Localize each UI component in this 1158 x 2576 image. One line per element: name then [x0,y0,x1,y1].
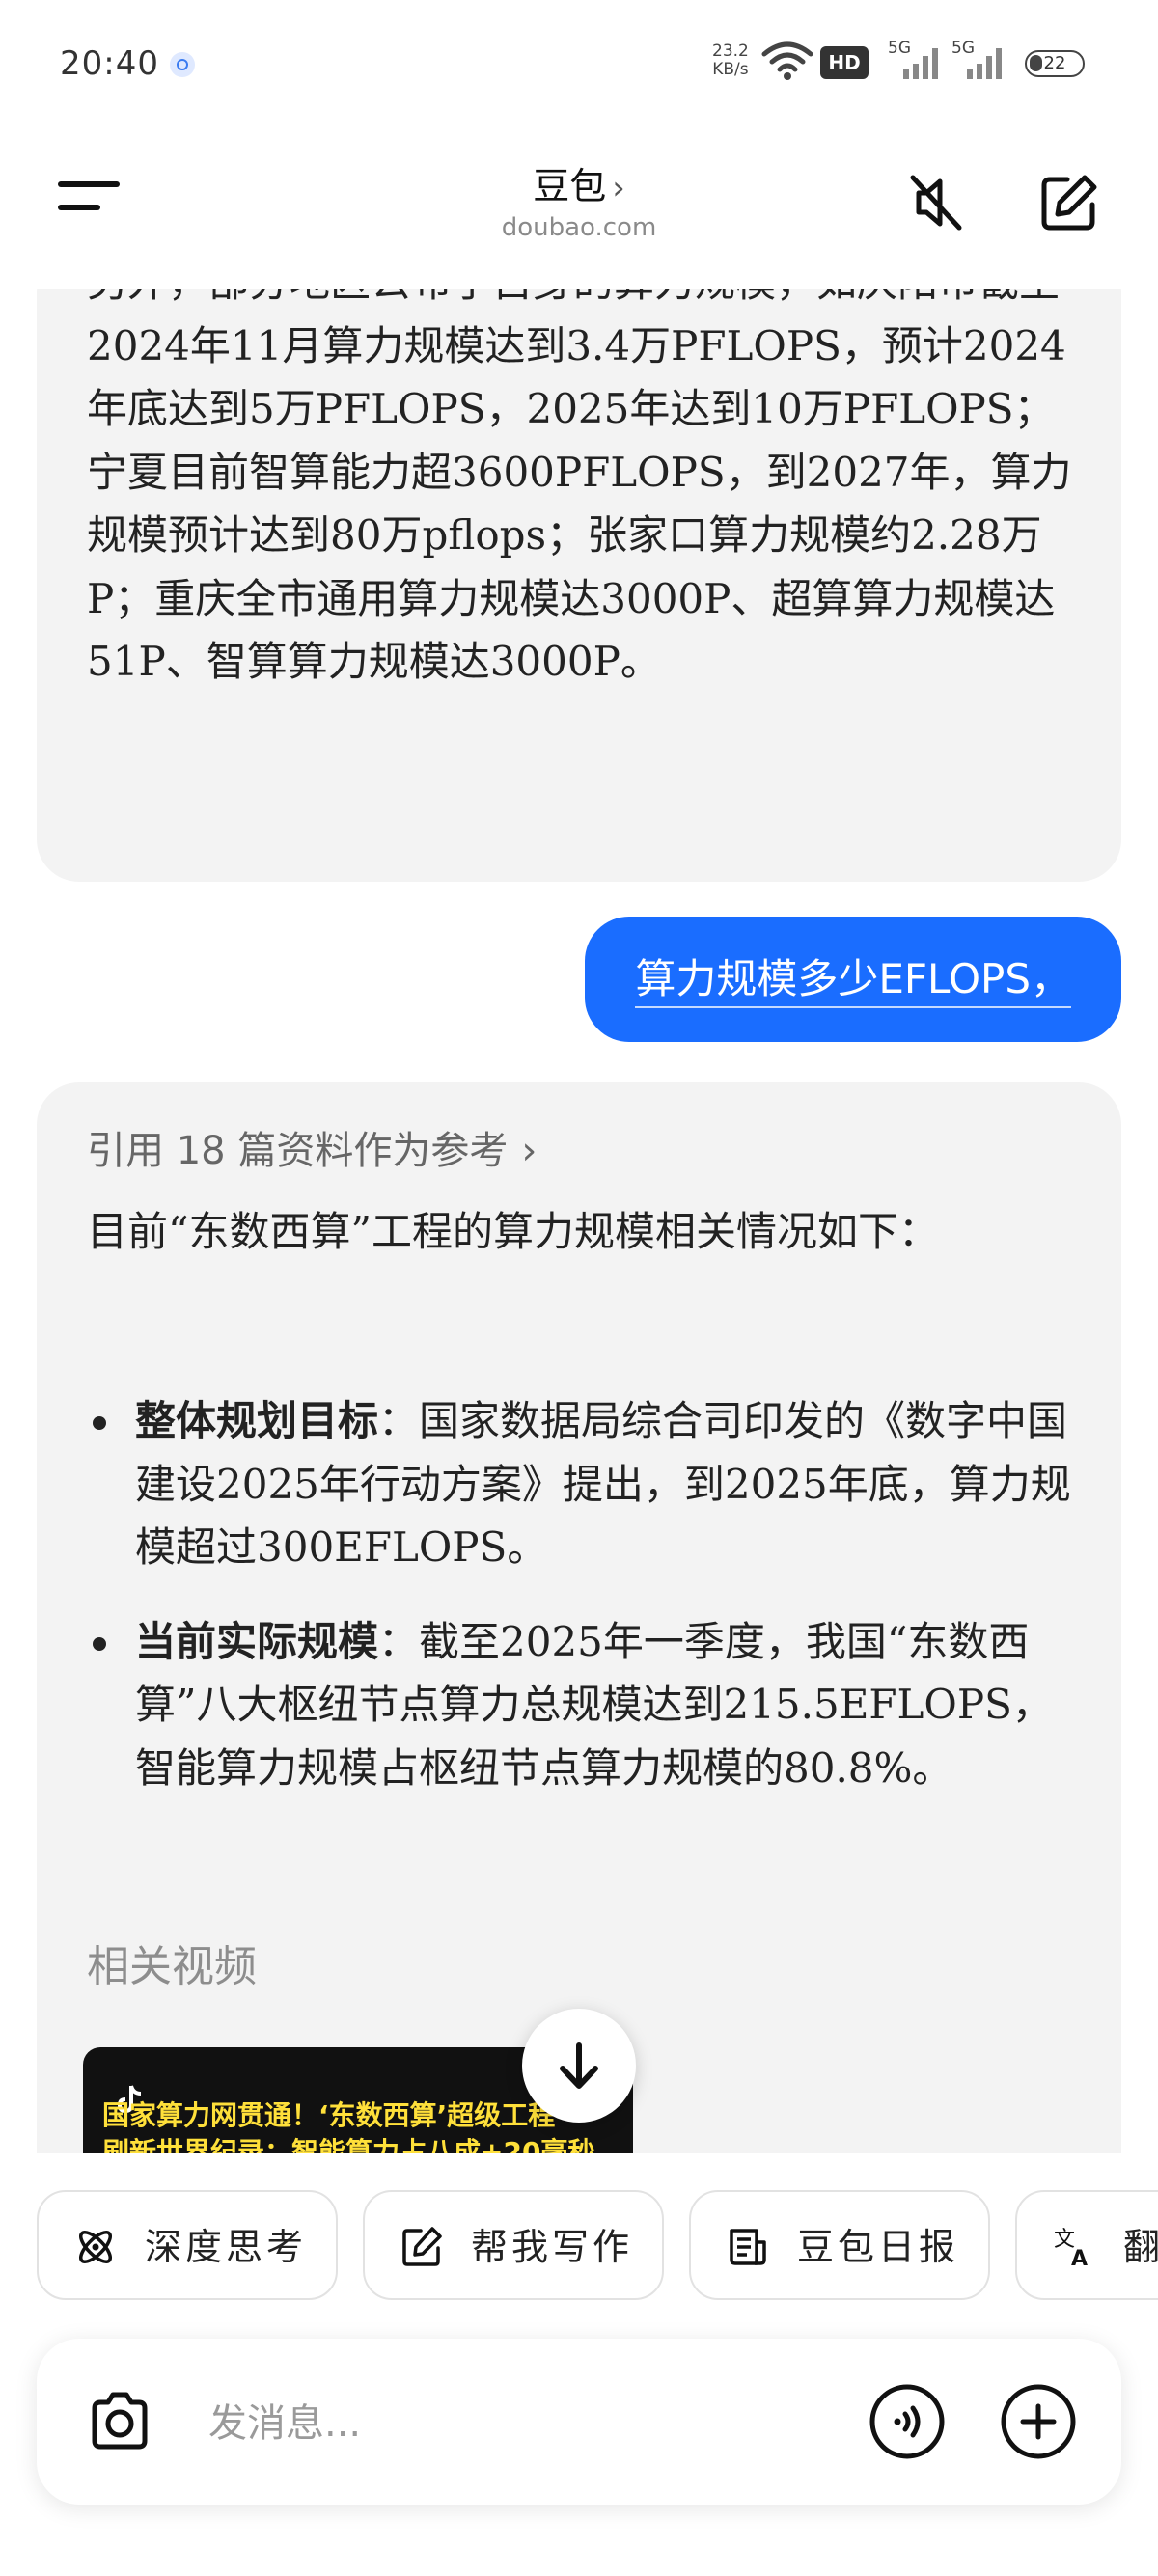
quick-actions-bar: 深度思考 帮我写作 豆包日报 文 A 翻 [0,2190,1158,2304]
quick-action-label: 深度思考 [145,2226,308,2268]
arrow-down-icon [560,2042,598,2089]
bullet-item: 整体规划目标：国家数据局综合司印发的《数字中国建设2025年行动方案》提出，到2… [87,1389,1090,1579]
assistant-message: 引用 18 篇资料作为参考 › 目前“东数西算”工程的算力规模相关情况如下： 整体… [37,1082,1121,2153]
signal-sim2-icon [967,48,1002,79]
message-input[interactable] [207,2389,867,2458]
wifi-icon [761,41,813,80]
title-block[interactable]: 豆包 › doubao.com [0,156,1158,242]
assistant-message-previous: 另外，部分地区公布了自身的算力规模，如庆阳市截至2024年11月算力规模达到3.… [37,289,1121,882]
battery-icon: 22 [1025,50,1085,77]
edit-square-icon [402,2227,442,2266]
hd-voice-badge: HD [820,46,868,79]
chat-area[interactable]: 另外，部分地区公布了自身的算力规模，如庆阳市截至2024年11月算力规模达到3.… [0,289,1158,2153]
voice-call-icon[interactable] [867,2381,948,2462]
camera-icon[interactable] [83,2385,156,2458]
status-bar: 20:40 23.2 KB/s HD 5G 5G 22 [0,0,1158,135]
notification-icon [170,52,195,77]
citation-link[interactable]: 引用 18 篇资料作为参考 › [87,1119,537,1175]
quick-action-writing[interactable]: 帮我写作 [363,2190,664,2300]
status-time: 20:40 [60,44,159,83]
bullet-heading: 当前实际规模 [135,1617,379,1665]
app-header: 豆包 › doubao.com [0,135,1158,289]
answer-intro: 目前“东数西算”工程的算力规模相关情况如下： [87,1208,939,1255]
related-videos-heading: 相关视频 [87,1942,257,1991]
network-speed-value: 23.2 [712,41,749,61]
quick-action-deep-think[interactable]: 深度思考 [37,2190,338,2300]
network-speed: 23.2 KB/s [712,42,749,79]
signal-sim1-icon [903,48,938,79]
new-chat-icon[interactable] [1031,164,1108,241]
app-subtitle: doubao.com [501,213,657,242]
plus-icon[interactable] [998,2381,1079,2462]
user-message-text: 算力规模多少EFLOPS， [635,955,1071,1008]
network-speed-unit: KB/s [712,60,749,79]
quick-action-daily[interactable]: 豆包日报 [689,2190,990,2300]
quick-action-label: 帮我写作 [471,2226,634,2268]
quick-action-label: 豆包日报 [797,2226,960,2268]
bullet-heading: 整体规划目标 [135,1397,379,1444]
chevron-right-icon: › [612,169,625,207]
quick-action-translate[interactable]: 文 A 翻 [1015,2190,1158,2300]
app-title-text: 豆包 [533,165,607,207]
bullet-item: 当前实际规模：截至2025年一季度，我国“东数西算”八大枢纽节点算力总规模达到2… [87,1610,1090,1800]
citation-text: 引用 18 篇资料作为参考 [87,1129,509,1173]
translate-icon: 文 A [1054,2228,1088,2269]
battery-level: 22 [1043,53,1066,73]
quick-action-label: 翻 [1123,2226,1158,2268]
answer-bullet-list: 整体规划目标：国家数据局综合司印发的《数字中国建设2025年行动方案》提出，到2… [87,1389,1090,1830]
user-message[interactable]: 算力规模多少EFLOPS， [585,917,1121,1042]
mute-speaker-icon[interactable] [897,164,975,241]
newspaper-icon [730,2229,766,2265]
svg-text:A: A [1071,2247,1088,2269]
message-composer [37,2339,1121,2505]
scroll-to-bottom-button[interactable] [522,2009,636,2123]
chevron-right-icon: › [521,1129,538,1173]
video-title-line2: 刷新世界纪录：智能算力占八成+20毫秒 [102,2136,595,2153]
atom-icon [79,2231,112,2263]
assistant-message-text: 另外，部分地区公布了自身的算力规模，如庆阳市截至2024年11月算力规模达到3.… [87,289,1072,685]
app-title[interactable]: 豆包 › [0,156,1158,209]
